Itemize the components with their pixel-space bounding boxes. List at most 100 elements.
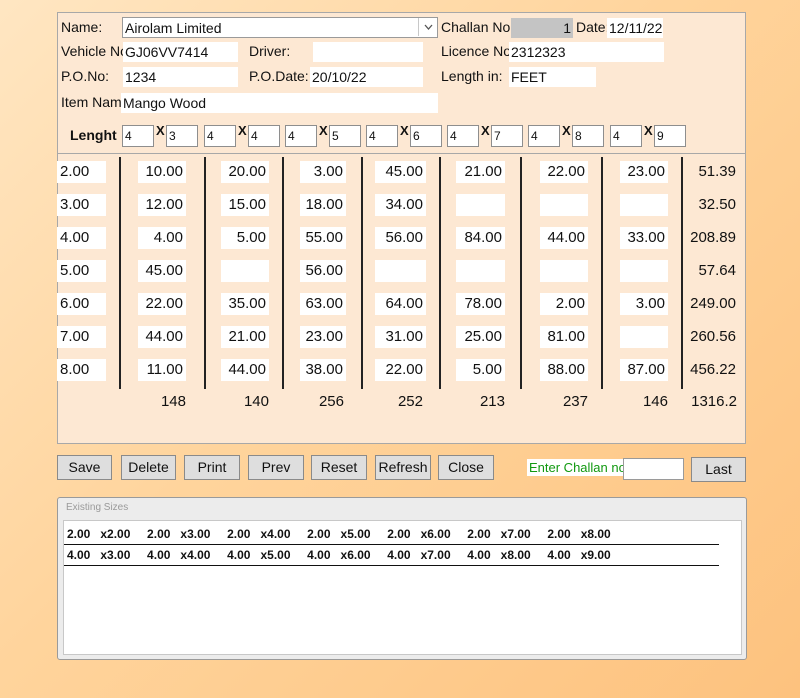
name-combobox[interactable]: Airolam Limited	[122, 17, 438, 38]
lenght-width-input[interactable]: 4	[528, 125, 560, 147]
size-cell[interactable]: 64.00	[375, 293, 426, 315]
size-cell[interactable]: 22.00	[540, 161, 588, 183]
name-value: Airolam Limited	[125, 20, 222, 36]
size-cell[interactable]: 44.00	[540, 227, 588, 249]
item-field[interactable]: Mango Wood	[121, 93, 438, 113]
size-cell[interactable]: 56.00	[375, 227, 426, 249]
row-size-label[interactable]: 2.00	[57, 161, 106, 183]
delete-button[interactable]: Delete	[121, 455, 176, 480]
vehicle-field[interactable]: GJ06VV7414	[123, 42, 238, 62]
size-cell[interactable]: 21.00	[221, 326, 269, 348]
size-cell[interactable]: 23.00	[300, 326, 346, 348]
lenght-width-input[interactable]: 4	[122, 125, 154, 147]
lenght-width-input[interactable]: 4	[204, 125, 236, 147]
size-cell[interactable]: 34.00	[375, 194, 426, 216]
size-cell[interactable]: 2.00	[540, 293, 588, 315]
column-total: 256	[318, 393, 344, 410]
last-button[interactable]: Last	[691, 457, 746, 482]
size-cell[interactable]: 44.00	[138, 326, 186, 348]
length-in-field[interactable]: FEET	[509, 67, 596, 87]
lenght-width-input[interactable]: 4	[366, 125, 398, 147]
lenght-width-input[interactable]: 4	[610, 125, 642, 147]
lenght-height-input[interactable]: 6	[410, 125, 442, 147]
size-cell[interactable]: 78.00	[456, 293, 505, 315]
lenght-width-input[interactable]: 4	[285, 125, 317, 147]
size-cell[interactable]: 25.00	[456, 326, 505, 348]
lenght-height-input[interactable]: 4	[248, 125, 280, 147]
size-cell[interactable]: 22.00	[375, 359, 426, 381]
size-cell[interactable]	[375, 260, 426, 282]
size-cell[interactable]: 44.00	[221, 359, 269, 381]
size-cell[interactable]: 18.00	[300, 194, 346, 216]
size-cell[interactable]	[620, 194, 668, 216]
size-cell[interactable]: 3.00	[620, 293, 668, 315]
size-cell[interactable]: 3.00	[300, 161, 346, 183]
size-cell[interactable]	[620, 326, 668, 348]
refresh-button[interactable]: Refresh	[375, 455, 431, 480]
lenght-height-input[interactable]: 5	[329, 125, 361, 147]
size-cell[interactable]	[540, 260, 588, 282]
size-cell[interactable]: 45.00	[138, 260, 186, 282]
size-cell[interactable]: 11.00	[138, 359, 186, 381]
size-cell[interactable]: 31.00	[375, 326, 426, 348]
lenght-height-input[interactable]: 3	[166, 125, 198, 147]
po-field[interactable]: 1234	[123, 67, 238, 87]
size-cell[interactable]: 33.00	[620, 227, 668, 249]
size-cell[interactable]: 5.00	[221, 227, 269, 249]
size-cell[interactable]: 15.00	[221, 194, 269, 216]
column-total: 213	[479, 393, 505, 410]
size-cell[interactable]: 35.00	[221, 293, 269, 315]
size-cell[interactable]: 5.00	[456, 359, 505, 381]
size-cell[interactable]: 84.00	[456, 227, 505, 249]
row-size-label[interactable]: 4.00	[57, 227, 106, 249]
size-cell[interactable]	[221, 260, 269, 282]
prev-button[interactable]: Prev	[248, 455, 304, 480]
size-cell[interactable]: 23.00	[620, 161, 668, 183]
row-size-label[interactable]: 5.00	[57, 260, 106, 282]
licence-field[interactable]: 2312323	[509, 42, 664, 62]
date-field[interactable]: 12/11/22	[607, 18, 663, 38]
row-size-label[interactable]: 7.00	[57, 326, 106, 348]
size-cell[interactable]: 38.00	[300, 359, 346, 381]
row-total: 456.22	[690, 361, 736, 378]
size-cell[interactable]: 81.00	[540, 326, 588, 348]
size-cell[interactable]	[540, 194, 588, 216]
print-button[interactable]: Print	[184, 455, 240, 480]
reset-button[interactable]: Reset	[311, 455, 367, 480]
driver-field[interactable]	[313, 42, 423, 62]
row-total: 249.00	[690, 295, 736, 312]
lenght-width-input[interactable]: 4	[447, 125, 479, 147]
size-cell[interactable]: 56.00	[300, 260, 346, 282]
close-button[interactable]: Close	[438, 455, 494, 480]
size-cell[interactable]	[620, 260, 668, 282]
column-total: 140	[243, 393, 269, 410]
size-cell[interactable]: 88.00	[540, 359, 588, 381]
save-button[interactable]: Save	[57, 455, 112, 480]
list-item[interactable]: 4.00 x3.00 4.00 x4.00 4.00 x5.00 4.00 x6…	[67, 546, 611, 564]
size-cell[interactable]: 21.00	[456, 161, 505, 183]
chevron-down-icon[interactable]	[418, 18, 437, 36]
lenght-height-input[interactable]: 7	[491, 125, 523, 147]
size-cell[interactable]: 12.00	[138, 194, 186, 216]
existing-sizes-list[interactable]: 2.00 x2.00 2.00 x3.00 2.00 x4.00 2.00 x5…	[63, 520, 742, 655]
size-cell[interactable]: 63.00	[300, 293, 346, 315]
row-size-label[interactable]: 8.00	[57, 359, 106, 381]
size-cell[interactable]: 55.00	[300, 227, 346, 249]
size-cell[interactable]: 4.00	[138, 227, 186, 249]
size-cell[interactable]: 10.00	[138, 161, 186, 183]
size-cell[interactable]: 87.00	[620, 359, 668, 381]
list-item[interactable]: 2.00 x2.00 2.00 x3.00 2.00 x4.00 2.00 x5…	[67, 525, 611, 543]
size-cell[interactable]: 20.00	[221, 161, 269, 183]
name-label: Name:	[61, 19, 103, 35]
lenght-height-input[interactable]: 9	[654, 125, 686, 147]
size-cell[interactable]: 22.00	[138, 293, 186, 315]
size-cell[interactable]	[456, 194, 505, 216]
row-size-label[interactable]: 3.00	[57, 194, 106, 216]
size-cell[interactable]	[456, 260, 505, 282]
challan-no-field[interactable]: 1	[511, 18, 573, 38]
lenght-height-input[interactable]: 8	[572, 125, 604, 147]
size-cell[interactable]: 45.00	[375, 161, 426, 183]
row-size-label[interactable]: 6.00	[57, 293, 106, 315]
podate-field[interactable]: 20/10/22	[310, 67, 423, 87]
enter-challan-field[interactable]	[623, 458, 684, 480]
